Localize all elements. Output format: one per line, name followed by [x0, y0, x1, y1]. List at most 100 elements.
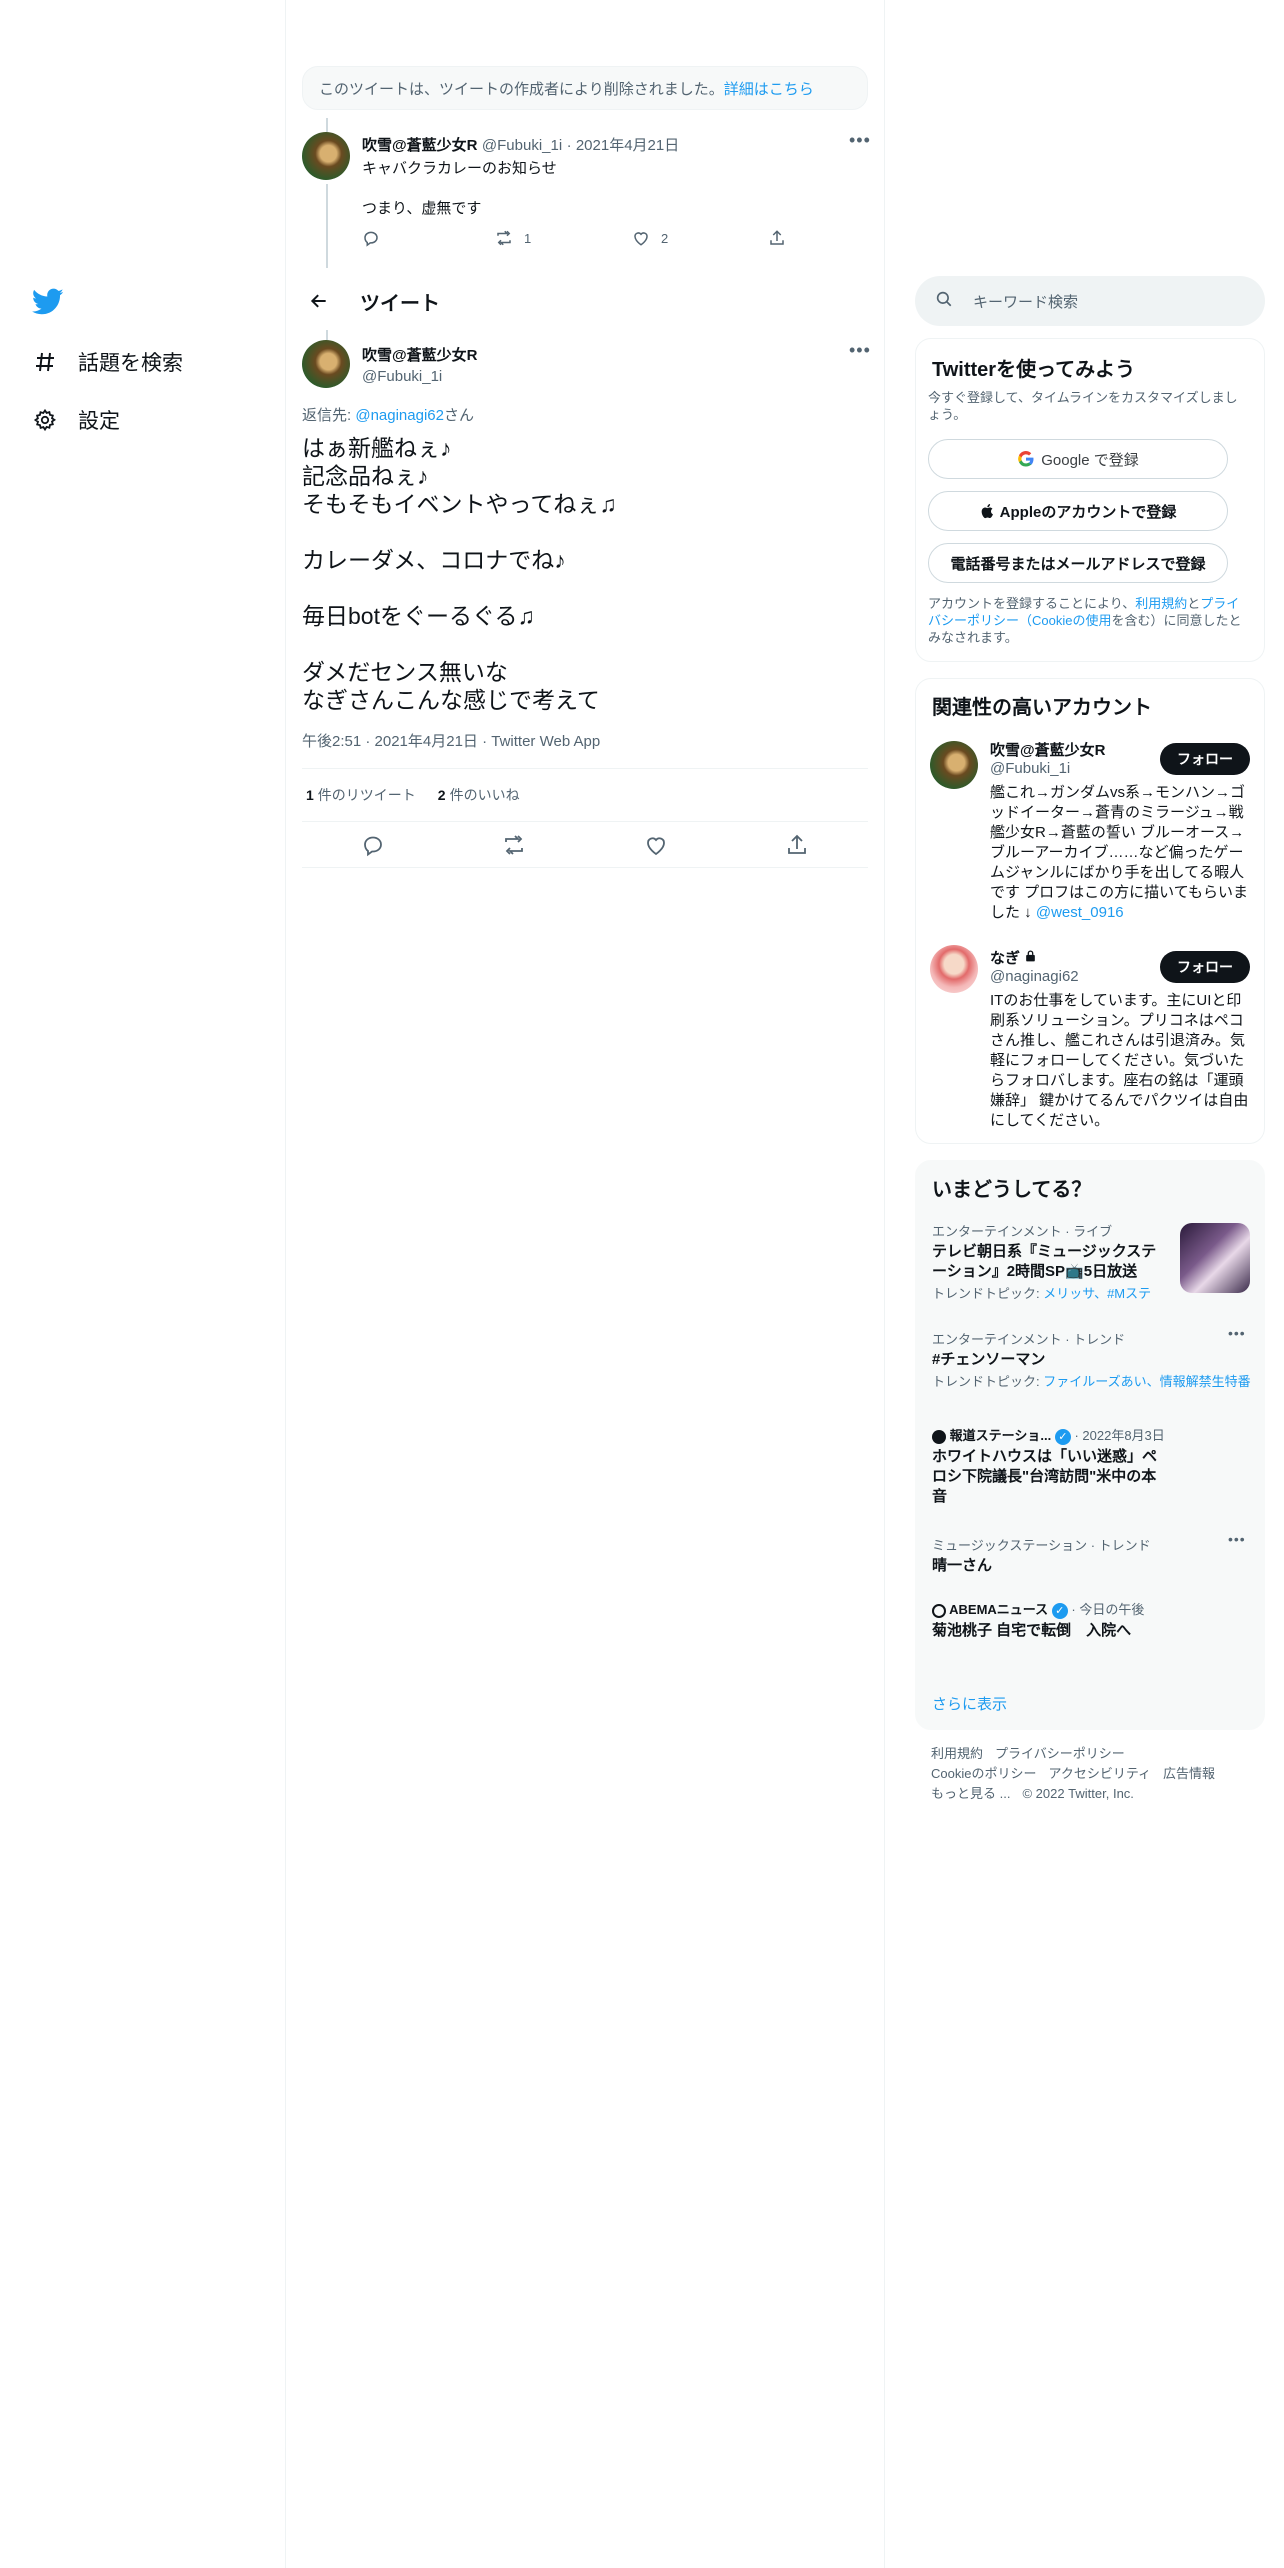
- tweet-header-bar: ツイート: [286, 274, 884, 328]
- nav-explore-label: 話題を検索: [78, 352, 183, 375]
- follow-button[interactable]: フォロー: [1160, 743, 1250, 775]
- avatar[interactable]: [302, 340, 350, 388]
- account-bio: 艦これ→ガンダムvs系→モンハン→ゴッドイーター→蒼青のミラージュ→戦艦少女R→…: [990, 783, 1252, 923]
- share-icon[interactable]: [785, 833, 809, 857]
- signup-title: Twitterを使ってみよう: [932, 359, 1136, 381]
- verified-badge-icon: ✓: [1054, 1428, 1071, 1445]
- likes-stat-label: 件のいいね: [449, 787, 520, 803]
- news-source-logo-icon: [932, 1429, 946, 1444]
- trend-item[interactable]: エンターテインメント · トレンド #チェンソーマン トレンドトピック: ファイ…: [932, 1325, 1252, 1390]
- nav-settings-label: 設定: [78, 410, 120, 433]
- avatar[interactable]: [302, 132, 350, 180]
- nav-explore[interactable]: 話題を検索: [32, 342, 183, 382]
- bio-link[interactable]: @west_0916: [1036, 904, 1124, 921]
- author-name[interactable]: 吹雪@蒼藍少女R: [362, 137, 477, 154]
- search-input[interactable]: キーワード検索: [973, 291, 1078, 312]
- tweet-date[interactable]: · 2021年4月21日: [567, 137, 680, 154]
- reply-button[interactable]: [362, 229, 390, 247]
- heart-icon: [634, 232, 648, 246]
- retweet-count: 1: [524, 230, 532, 246]
- trend-title: 菊池桃子 自宅で転倒 入院へ: [932, 1621, 1132, 1639]
- reply-icon: [364, 231, 378, 247]
- learn-more-link[interactable]: 詳細はこちら: [724, 78, 814, 99]
- right-sidebar: キーワード検索 Twitterを使ってみよう 今すぐ登録して、タイムラインをカス…: [915, 0, 1265, 2568]
- signup-legal: アカウントを登録することにより、利用規約とプライバシーポリシー（Cookieの使…: [928, 595, 1248, 646]
- tweet-timestamp[interactable]: 午後2:51 · 2021年4月21日 · Twitter Web App: [302, 730, 600, 751]
- phone-email-signup-button[interactable]: 電話番号またはメールアドレスで登録: [928, 543, 1228, 583]
- footer-terms-link[interactable]: 利用規約: [931, 1746, 983, 1761]
- tweet-stats: 1 件のリツイート 2 件のいいね: [302, 768, 868, 822]
- main-column: このツイートは、ツイートの作成者により削除されました。 詳細はこちら 吹雪@蒼藍…: [285, 0, 885, 2568]
- footer-ads-link[interactable]: 広告情報: [1163, 1766, 1215, 1781]
- trends-title: いまどうしてる？: [932, 1179, 1092, 1201]
- thread-line-top: [326, 118, 328, 132]
- heart-icon[interactable]: [644, 833, 668, 857]
- trend-item[interactable]: エンターテインメント · ライブ テレビ朝日系『ミュージックステーション』2時間…: [932, 1221, 1252, 1302]
- retweets-stat-count: 1: [306, 787, 314, 803]
- more-options-icon[interactable]: •••: [849, 340, 871, 361]
- apple-signup-button[interactable]: Appleのアカウントで登録: [928, 491, 1228, 531]
- reply-prefix: 返信先:: [302, 407, 356, 424]
- thread-line-connector: [326, 330, 328, 340]
- main-tweet-author: 吹雪@蒼藍少女R @Fubuki_1i: [362, 344, 477, 385]
- search-icon: [935, 290, 953, 313]
- more-options-icon[interactable]: •••: [849, 130, 871, 151]
- avatar[interactable]: [930, 741, 978, 789]
- left-navigation: 話題を検索 設定: [0, 0, 285, 2568]
- retweets-stat[interactable]: 1 件のリツイート: [306, 785, 416, 805]
- account-handle: @naginagi62: [990, 968, 1079, 985]
- author-name[interactable]: 吹雪@蒼藍少女R: [362, 344, 477, 365]
- page-title: ツイート: [360, 292, 440, 315]
- account-name: なぎ: [990, 947, 1079, 968]
- trend-item[interactable]: ABEMAニュース ✓ · 今日の午後 菊池桃子 自宅で転倒 入院へ: [932, 1599, 1252, 1641]
- search-bar[interactable]: キーワード検索: [915, 276, 1265, 326]
- footer-privacy-link[interactable]: プライバシーポリシー: [995, 1746, 1125, 1761]
- nav-settings[interactable]: 設定: [32, 400, 120, 440]
- tweet-action-bar: [302, 822, 868, 868]
- trend-title: #チェンソーマン: [932, 1351, 1046, 1368]
- avatar[interactable]: [930, 945, 978, 993]
- author-handle[interactable]: @Fubuki_1i: [362, 368, 477, 385]
- retweet-icon[interactable]: [502, 833, 526, 857]
- footer-cookie-link[interactable]: Cookieのポリシー: [931, 1766, 1036, 1781]
- reply-icon[interactable]: [361, 833, 385, 857]
- signup-card: Twitterを使ってみよう 今すぐ登録して、タイムラインをカスタマイズしましょ…: [915, 338, 1265, 662]
- like-button[interactable]: 2: [631, 229, 668, 247]
- related-account-1[interactable]: 吹雪@蒼藍少女R @Fubuki_1i: [990, 739, 1105, 777]
- show-more-link[interactable]: さらに表示: [932, 1693, 1007, 1714]
- reply-to-link[interactable]: @naginagi62: [355, 407, 444, 424]
- related-account-2[interactable]: なぎ @naginagi62: [990, 947, 1079, 985]
- retweet-icon: [497, 230, 511, 246]
- footer-more-link[interactable]: もっと見る ...: [931, 1786, 1010, 1801]
- share-button[interactable]: [768, 229, 796, 247]
- footer-accessibility-link[interactable]: アクセシビリティ: [1048, 1766, 1151, 1781]
- legal-and: と: [1187, 596, 1201, 611]
- thread-line: [326, 184, 328, 268]
- google-signup-label: Google で登録: [1041, 451, 1139, 469]
- twitter-bird-icon[interactable]: [31, 288, 64, 316]
- legal-prefix: アカウントを登録することにより、: [928, 596, 1136, 611]
- back-arrow-icon[interactable]: [302, 284, 336, 318]
- google-signup-button[interactable]: Google で登録: [928, 439, 1228, 479]
- trend-item[interactable]: ミュージックステーション · トレンド 晴一さん •••: [932, 1531, 1252, 1576]
- related-accounts-card: 関連性の高いアカウント 吹雪@蒼藍少女R @Fubuki_1i フォロー 艦これ…: [915, 678, 1265, 1144]
- author-handle[interactable]: @Fubuki_1i: [482, 137, 562, 154]
- follow-button[interactable]: フォロー: [1160, 951, 1250, 983]
- terms-link[interactable]: 利用規約: [1135, 596, 1187, 611]
- more-options-icon[interactable]: •••: [1228, 1531, 1246, 1547]
- trend-category: ミュージックステーション · トレンド: [932, 1538, 1151, 1553]
- likes-stat[interactable]: 2 件のいいね: [438, 785, 520, 805]
- trend-source: 報道ステーショ... ✓ · 2022年8月3日: [932, 1425, 1252, 1445]
- google-icon: [1017, 450, 1035, 468]
- phone-email-signup-label: 電話番号またはメールアドレスで登録: [950, 555, 1206, 573]
- trend-title: 晴一さん: [932, 1557, 993, 1574]
- more-options-icon[interactable]: •••: [1228, 1325, 1246, 1341]
- trend-title: テレビ朝日系『ミュージックステーション』2時間SP📺5日放送: [932, 1243, 1157, 1280]
- trend-thumbnail[interactable]: [1180, 1223, 1250, 1293]
- trends-card: いまどうしてる？ エンターテインメント · ライブ テレビ朝日系『ミュージックス…: [915, 1160, 1265, 1730]
- trend-item[interactable]: 報道ステーショ... ✓ · 2022年8月3日 ホワイトハウスは「いい迷惑」ペ…: [932, 1425, 1252, 1507]
- deleted-tweet-notice: このツイートは、ツイートの作成者により削除されました。 詳細はこちら: [302, 66, 868, 110]
- related-title: 関連性の高いアカウント: [932, 697, 1152, 719]
- account-bio: ITのお仕事をしています。主にUIと印刷系ソリューション。プリコネはペコさん推し…: [990, 992, 1249, 1129]
- retweet-button[interactable]: 1: [494, 229, 531, 247]
